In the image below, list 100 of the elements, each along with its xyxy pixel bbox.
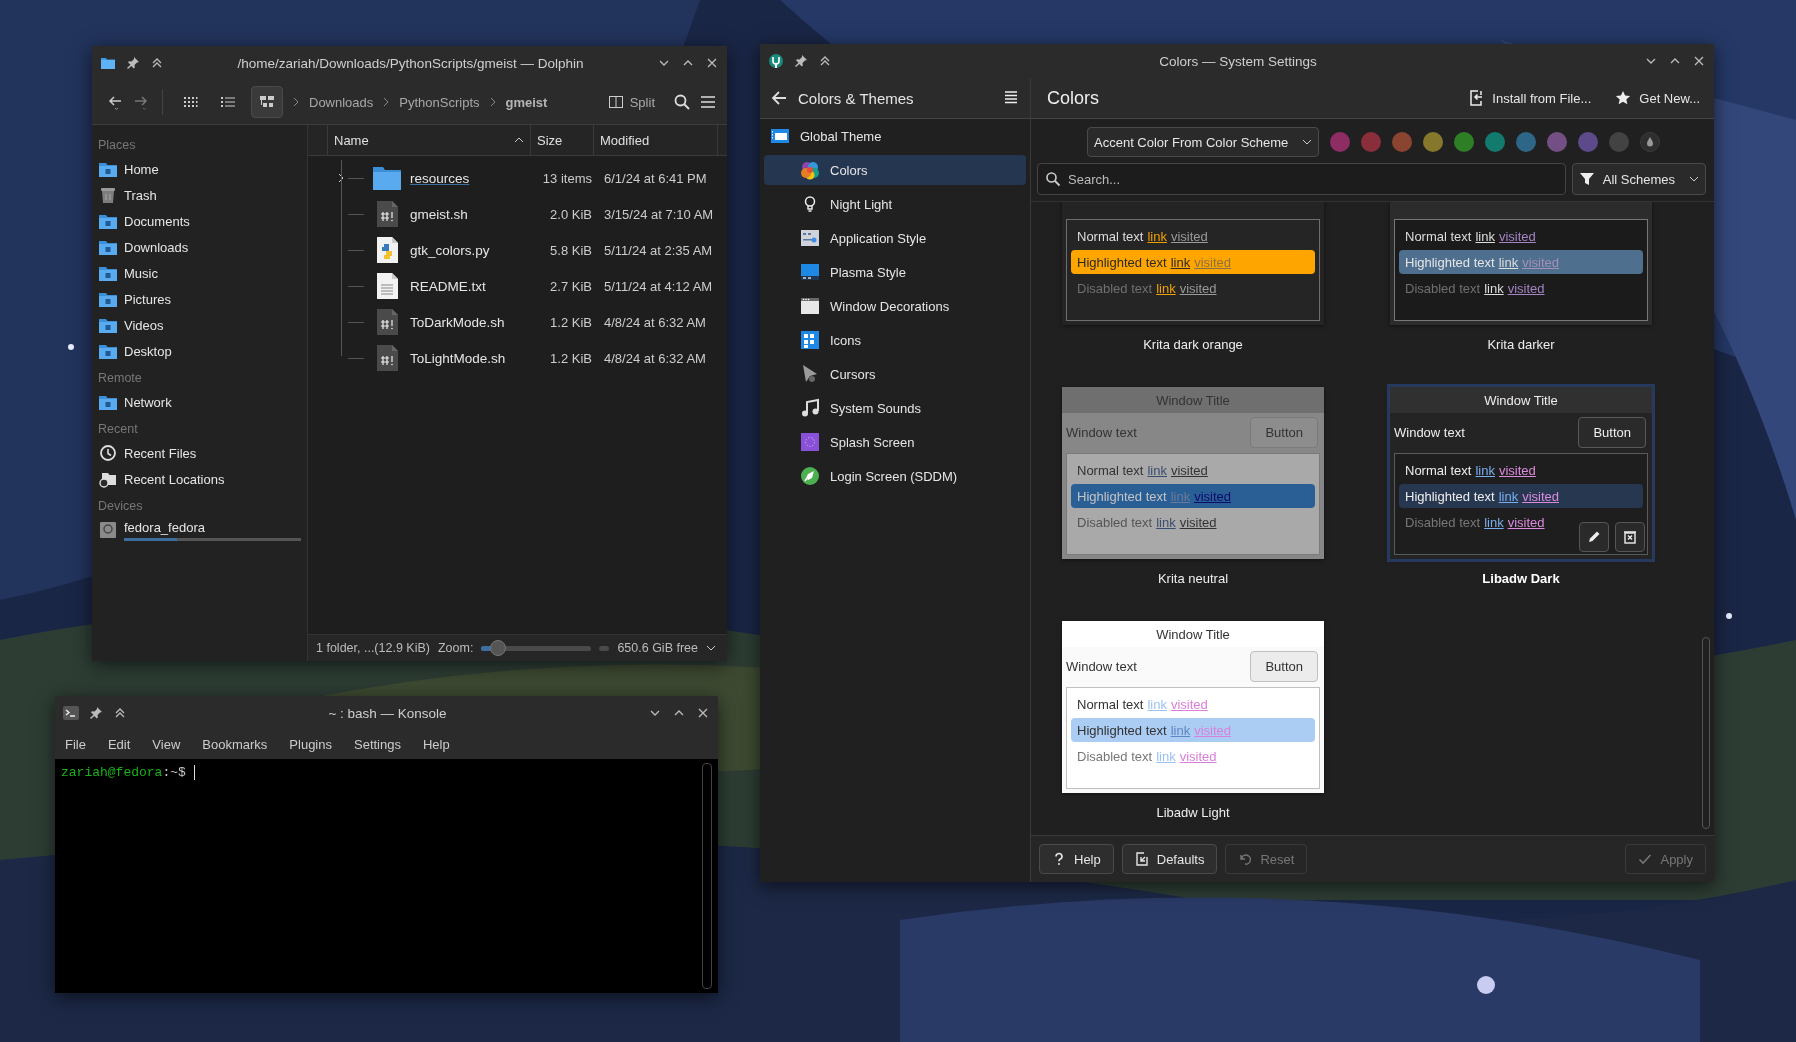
- search-field[interactable]: Search...: [1037, 163, 1566, 195]
- get-new-button[interactable]: Get New...: [1615, 90, 1700, 106]
- filter-dropdown[interactable]: All Schemes: [1571, 163, 1706, 195]
- sidebar-item[interactable]: Icons: [764, 325, 1026, 355]
- color-swatch[interactable]: [1330, 132, 1351, 152]
- color-swatch[interactable]: [1454, 132, 1475, 152]
- close-icon[interactable]: [696, 706, 710, 720]
- color-scheme-preview[interactable]: Window Title Window text Button Normal text link visited Highlighted text link visited Disabled text link visited: [1390, 387, 1652, 559]
- close-icon[interactable]: [1692, 54, 1706, 68]
- menu-item[interactable]: Plugins: [289, 737, 332, 752]
- place-item[interactable]: Network: [124, 394, 301, 410]
- preview-link: link: [1498, 254, 1519, 270]
- details-view-button[interactable]: [251, 86, 283, 118]
- chevron-down-icon[interactable]: [706, 643, 716, 653]
- forward-arrow-icon[interactable]: [132, 93, 150, 111]
- menu-item[interactable]: File: [65, 737, 86, 752]
- menu-item[interactable]: View: [152, 737, 181, 752]
- color-swatch[interactable]: [1423, 132, 1444, 152]
- pin-icon[interactable]: [794, 54, 808, 68]
- zoom-slider[interactable]: [481, 640, 592, 656]
- file-name[interactable]: gtk_colors.py: [410, 242, 526, 258]
- place-item[interactable]: Home: [124, 161, 301, 177]
- column-header[interactable]: Modified: [594, 125, 718, 155]
- pin-icon[interactable]: [89, 706, 103, 720]
- scheme-name: Krita neutral: [1157, 571, 1229, 586]
- keep-above-icon[interactable]: [150, 56, 164, 70]
- color-swatch[interactable]: [1609, 132, 1630, 152]
- file-name[interactable]: ToDarkMode.sh: [410, 314, 526, 330]
- custom-color-button[interactable]: [1640, 132, 1661, 152]
- sidebar-item[interactable]: Night Light: [764, 189, 1026, 219]
- edit-button[interactable]: [1579, 522, 1609, 552]
- color-swatch[interactable]: [1516, 132, 1537, 152]
- install-button[interactable]: Install from File...: [1468, 90, 1592, 106]
- terminal-area[interactable]: zariah@fedora:~$: [55, 759, 718, 993]
- place-item[interactable]: Videos: [124, 317, 301, 333]
- color-swatch[interactable]: [1485, 132, 1506, 152]
- file-name[interactable]: ToLightMode.sh: [410, 350, 526, 366]
- breadcrumb[interactable]: PythonScripts: [399, 94, 480, 110]
- place-item[interactable]: Documents: [124, 213, 301, 229]
- slider-handle[interactable]: [489, 640, 506, 656]
- color-scheme-preview[interactable]: Window Title Window text Button Normal text link visited Highlighted text link visited Disabled text link visited: [1062, 621, 1324, 793]
- menu-item[interactable]: Help: [422, 737, 450, 752]
- preview-link: link: [1475, 228, 1495, 244]
- sidebar-item[interactable]: System Sounds: [764, 393, 1026, 423]
- split-button[interactable]: Split: [607, 94, 655, 110]
- color-swatch[interactable]: [1361, 132, 1382, 152]
- color-swatch[interactable]: [1392, 132, 1413, 152]
- place-item[interactable]: Recent Files: [124, 445, 301, 461]
- color-swatch[interactable]: [1578, 132, 1599, 152]
- preview-window-text: Window text: [1066, 424, 1137, 440]
- column-header[interactable]: Size: [531, 125, 594, 155]
- column-header[interactable]: Name: [328, 125, 531, 155]
- sidebar-item[interactable]: Cursors: [764, 359, 1026, 389]
- color-scheme-preview[interactable]: Window Title Window text Button Normal text link visited Highlighted text link visited Disabled text link visited: [1062, 387, 1324, 559]
- keep-above-icon[interactable]: [113, 706, 127, 720]
- sidebar-item[interactable]: Splash Screen: [764, 427, 1026, 457]
- sidebar-item[interactable]: Window Decorations: [764, 291, 1026, 321]
- defaults-button[interactable]: Defaults: [1121, 844, 1218, 874]
- keep-above-icon[interactable]: [818, 54, 832, 68]
- place-item[interactable]: Pictures: [124, 291, 301, 307]
- scheme-name: Krita darker: [1487, 337, 1555, 352]
- menu-item[interactable]: Settings: [354, 737, 401, 752]
- breadcrumb[interactable]: Downloads: [309, 94, 374, 110]
- menu-item[interactable]: Edit: [107, 737, 131, 752]
- help-button[interactable]: Help: [1039, 844, 1114, 874]
- pencil-icon: [1586, 529, 1602, 545]
- file-name[interactable]: resources: [410, 170, 526, 186]
- text-cursor: [193, 765, 195, 780]
- free-space-label[interactable]: 650.6 GiB free: [617, 641, 698, 655]
- place-item[interactable]: Downloads: [124, 239, 301, 255]
- window-title: /home/zariah/Downloads/PythonScripts/gmeist — Dolphin: [236, 55, 585, 71]
- place-item[interactable]: Recent Locations: [124, 471, 301, 487]
- menu-icon[interactable]: [699, 93, 717, 111]
- scrollbar[interactable]: [702, 763, 712, 989]
- back-arrow-icon[interactable]: [770, 89, 788, 107]
- chevron-down-icon: [1302, 137, 1313, 147]
- sidebar-item[interactable]: Colors: [764, 155, 1026, 185]
- color-swatch[interactable]: [1547, 132, 1568, 152]
- color-scheme-preview[interactable]: Normal text link visited Highlighted text link visited Disabled text link visited: [1390, 202, 1652, 325]
- sidebar-item[interactable]: Application Style: [764, 223, 1026, 253]
- color-scheme-preview[interactable]: Normal text link visited Highlighted text link visited Disabled text link visited: [1062, 202, 1324, 325]
- sidebar-item[interactable]: Global Theme: [764, 121, 1026, 151]
- close-icon[interactable]: [705, 56, 719, 70]
- window-icon: [770, 126, 790, 146]
- preview-text: Normal text: [1405, 228, 1472, 244]
- pin-icon[interactable]: [126, 56, 140, 70]
- place-item[interactable]: fedora_fedora: [124, 519, 301, 535]
- back-arrow-icon[interactable]: [106, 93, 124, 111]
- menu-item[interactable]: Bookmarks: [202, 737, 268, 752]
- accent-dropdown[interactable]: Accent Color From Color Scheme: [1087, 127, 1320, 157]
- breadcrumb[interactable]: gmeist: [505, 94, 548, 110]
- sidebar-item[interactable]: Login Screen (SDDM): [764, 461, 1026, 491]
- place-item[interactable]: Music: [124, 265, 301, 281]
- place-item[interactable]: Desktop: [124, 343, 301, 359]
- delete-button[interactable]: [1615, 522, 1645, 552]
- file-name[interactable]: gmeist.sh: [410, 206, 526, 222]
- sidebar-item[interactable]: Plasma Style: [764, 257, 1026, 287]
- search-icon[interactable]: [673, 93, 691, 111]
- file-name[interactable]: README.txt: [410, 278, 526, 294]
- place-item[interactable]: Trash: [124, 187, 301, 203]
